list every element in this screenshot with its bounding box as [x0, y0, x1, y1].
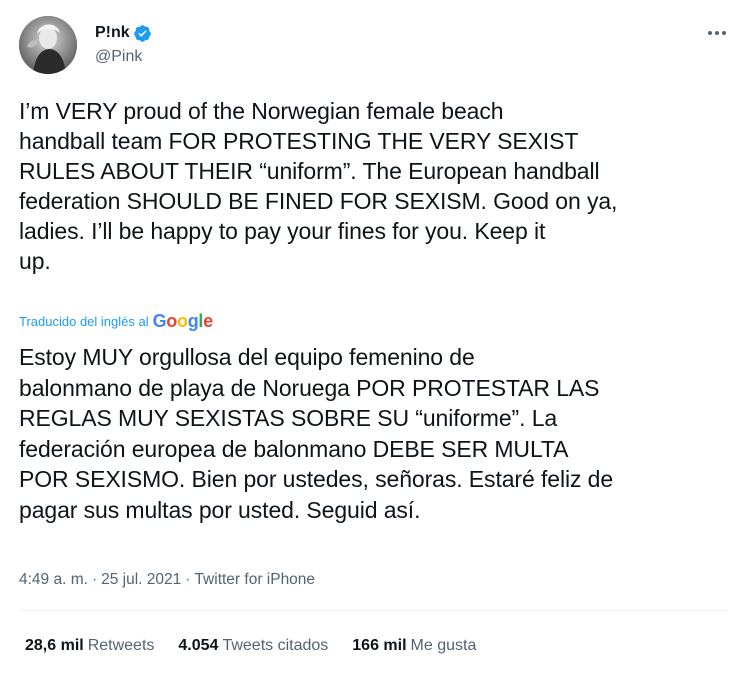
likes-stat[interactable]: 166 mil Me gusta [352, 637, 476, 655]
translated-label: Traducido del inglés al [19, 314, 149, 329]
retweets-stat[interactable]: 28,6 mil Retweets [25, 637, 154, 655]
tweet-time[interactable]: 4:49 a. m. [19, 571, 88, 589]
tweet-source[interactable]: Twitter for iPhone [194, 571, 315, 589]
translated-tweet-text: Estoy MUY orgullosa del equipo femenino … [19, 344, 614, 523]
divider [19, 610, 729, 611]
author-handle[interactable]: @Pink [95, 48, 152, 66]
translation-attribution[interactable]: Traducido del inglés al Google [19, 311, 213, 332]
quote-tweets-stat[interactable]: 4.054 Tweets citados [178, 637, 328, 655]
more-options-icon[interactable] [705, 24, 729, 42]
verified-badge-icon [133, 24, 152, 43]
author-avatar[interactable] [19, 16, 77, 74]
separator-dot: · [185, 571, 191, 588]
retweets-label: Retweets [87, 637, 155, 654]
tweet-card: P!nk @Pink I’m VERY proud of the Norwegi… [0, 0, 744, 678]
tweet-stats: 28,6 mil Retweets 4.054 Tweets citados 1… [25, 637, 500, 655]
separator-dot: · [91, 571, 98, 588]
author-info: P!nk @Pink [95, 22, 152, 66]
display-name-row: P!nk [95, 22, 152, 44]
likes-count: 166 mil [352, 637, 407, 654]
author-display-name[interactable]: P!nk [95, 24, 130, 42]
google-logo: Google [152, 311, 214, 331]
tweet-metadata: 4:49 a. m. · 25 jul. 2021 · Twitter for … [19, 571, 315, 589]
likes-label: Me gusta [410, 637, 477, 654]
quote-tweets-label: Tweets citados [222, 637, 329, 654]
avatar-photo [19, 16, 77, 74]
tweet-date[interactable]: 25 jul. 2021 [101, 571, 181, 589]
retweets-count: 28,6 mil [25, 637, 84, 654]
tweet-header: P!nk @Pink [19, 16, 729, 78]
quote-tweets-count: 4.054 [178, 637, 219, 654]
tweet-text: I’m VERY proud of the Norwegian female b… [19, 98, 618, 274]
